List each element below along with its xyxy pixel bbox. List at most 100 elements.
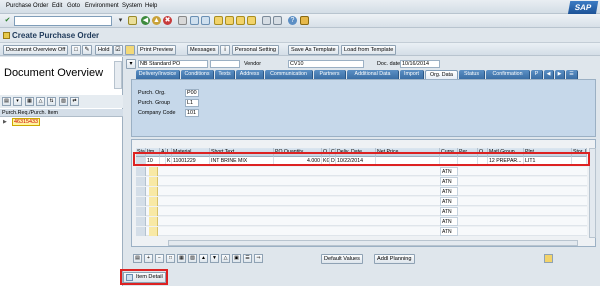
col-short-text[interactable]: Short Text [210, 148, 274, 157]
purch-group-field[interactable]: L1 [185, 99, 199, 107]
tab-more[interactable]: P [531, 70, 543, 79]
enter-icon[interactable]: ✔ [3, 16, 12, 25]
grid-horizontal-scrollbar[interactable] [168, 240, 578, 246]
adopt-icon[interactable]: ⇄ [70, 97, 79, 106]
save-as-template-button[interactable]: Save As Template [288, 45, 339, 55]
shortcut-icon[interactable] [273, 16, 282, 25]
overview-item[interactable]: 46315433 [12, 118, 40, 126]
help-icon[interactable]: ? [288, 16, 297, 25]
row-selector[interactable] [136, 157, 146, 166]
export-icon[interactable]: ⇒ [254, 254, 263, 263]
cell-net-price[interactable] [376, 157, 440, 166]
menu-environment[interactable]: Environment [85, 3, 119, 9]
col-stor-loc[interactable]: Stor. L [572, 148, 587, 157]
tab-conditions[interactable]: Conditions [181, 70, 214, 79]
print-icon[interactable] [178, 16, 187, 25]
table-row[interactable]: ATN [136, 227, 587, 236]
collapse-header-icon[interactable]: ▾ [126, 59, 136, 69]
table-row[interactable]: ATN [136, 207, 587, 216]
menu-system[interactable]: System [122, 3, 142, 9]
grid-vertical-scrollbar[interactable] [589, 148, 596, 238]
exit-icon[interactable]: ▲ [152, 16, 161, 25]
menu-help[interactable]: Help [145, 3, 157, 9]
load-from-template-button[interactable]: Load from Template [341, 45, 397, 55]
tab-org-data[interactable]: Org. Data [425, 70, 458, 79]
document-type-field[interactable]: NB Standard PO [138, 60, 208, 68]
purch-org-field[interactable]: P00 [185, 89, 199, 97]
tab-address[interactable]: Address [236, 70, 264, 79]
col-po-quantity[interactable]: PO Quantity [274, 148, 322, 157]
filter-icon[interactable]: △ [221, 254, 230, 263]
document-overview-off-button[interactable]: Document Overview Off [3, 45, 69, 55]
table-row[interactable]: ATN [136, 217, 587, 226]
tab-communication[interactable]: Communication [265, 70, 313, 79]
edit-document-icon[interactable]: ✎ [82, 45, 92, 55]
personal-setting-button[interactable]: Personal Setting [232, 45, 280, 55]
tab-texts[interactable]: Texts [215, 70, 235, 79]
cell-deliv-date[interactable]: 10/22/2014 [336, 157, 376, 166]
layout-menu-icon[interactable] [300, 16, 309, 25]
cell-currency[interactable] [440, 157, 458, 166]
selection-variant-icon[interactable]: ▤ [2, 97, 11, 106]
grid-icon[interactable]: ▦ [25, 97, 34, 106]
hold-button[interactable]: Hold [95, 45, 113, 55]
currency-cell[interactable]: ATN [440, 167, 458, 176]
table-row[interactable]: ATN [136, 197, 587, 206]
deselect-icon[interactable]: ▧ [188, 254, 197, 263]
command-field[interactable] [14, 16, 112, 26]
table-row[interactable]: 10 K 11001229 INT BRINE MIX 4.000 KG D 1… [136, 157, 587, 166]
currency-cell[interactable]: ATN [440, 177, 458, 186]
col-material[interactable]: Material [172, 148, 210, 157]
cell-po-quantity[interactable]: 4.000 [274, 157, 322, 166]
conditions-icon[interactable]: ▣ [232, 254, 241, 263]
col-order-unit[interactable]: O. [322, 148, 330, 157]
layout-icon[interactable]: ☰ [243, 254, 252, 263]
cell-order-unit[interactable]: KG [322, 157, 330, 166]
cell-plant[interactable]: LIT1 [524, 157, 572, 166]
tab-list-icon[interactable]: ☰ [566, 70, 578, 79]
currency-cell[interactable]: ATN [440, 207, 458, 216]
currency-cell[interactable]: ATN [440, 227, 458, 236]
tab-additional-data[interactable]: Additional Data [347, 70, 399, 79]
currency-cell[interactable]: ATN [440, 217, 458, 226]
cell-item[interactable]: 10 [146, 157, 160, 166]
default-values-button[interactable]: Default Values [321, 254, 363, 264]
select-all-icon[interactable]: ▦ [177, 254, 186, 263]
print-preview-button[interactable]: Print Preview [137, 45, 176, 55]
layout-icon[interactable]: ▧ [59, 97, 68, 106]
tab-scroll-right-icon[interactable]: ▶ [555, 70, 565, 79]
first-page-icon[interactable] [214, 16, 223, 25]
next-page-icon[interactable] [236, 16, 245, 25]
tab-partners[interactable]: Partners [314, 70, 346, 79]
col-matl-group[interactable]: Matl Group [488, 148, 524, 157]
tab-import[interactable]: Import [400, 70, 424, 79]
menu-purchase-order[interactable]: Purchase Order [6, 3, 48, 9]
overview-scrollbar[interactable] [114, 61, 122, 89]
cell-short-text[interactable]: INT BRINE MIX [210, 157, 274, 166]
currency-cell[interactable]: ATN [440, 197, 458, 206]
save-icon[interactable] [128, 16, 137, 25]
company-code-field[interactable]: 101 [185, 109, 199, 117]
account-icon[interactable] [544, 254, 553, 263]
command-dropdown-icon[interactable]: ▾ [116, 16, 125, 25]
item-detail-button[interactable]: Item Detail [123, 272, 166, 283]
table-row[interactable]: ATN [136, 177, 587, 186]
last-page-icon[interactable] [247, 16, 256, 25]
currency-cell[interactable]: ATN [440, 187, 458, 196]
menu-goto[interactable]: Goto [67, 3, 80, 9]
check-icon[interactable]: ☑ [113, 45, 123, 55]
copy-row-icon[interactable]: □ [166, 254, 175, 263]
tree-expander-icon[interactable]: ▶ [3, 119, 7, 125]
new-session-icon[interactable] [262, 16, 271, 25]
dropdown-icon[interactable]: ▾ [13, 97, 22, 106]
tab-delivery-invoice[interactable]: Delivery/Invoice [136, 70, 180, 79]
cell-per[interactable] [458, 157, 478, 166]
sort-asc-icon[interactable]: ▲ [199, 254, 208, 263]
back-icon[interactable]: ◀ [141, 16, 150, 25]
tab-scroll-left-icon[interactable]: ◀ [544, 70, 554, 79]
print-preview-icon[interactable] [125, 45, 135, 55]
cancel-icon[interactable]: ✖ [163, 16, 172, 25]
cell-o[interactable] [478, 157, 488, 166]
doc-date-field[interactable]: 10/16/2014 [400, 60, 440, 68]
col-item[interactable]: Itm [146, 148, 160, 157]
